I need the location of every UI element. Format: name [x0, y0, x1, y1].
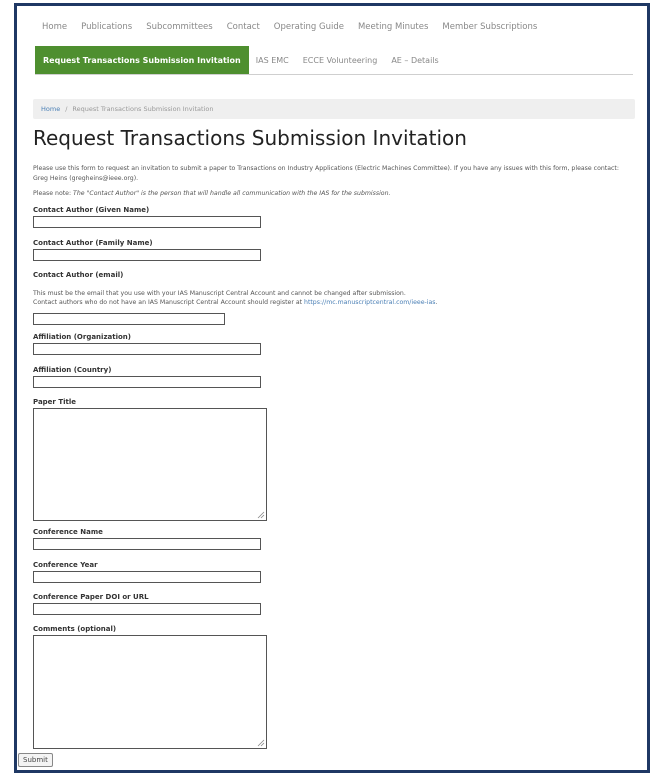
doi-label: Conference Paper DOI or URL [33, 593, 149, 601]
nav-subcommittees[interactable]: Subcommittees [139, 22, 220, 32]
breadcrumb-home-link[interactable]: Home [41, 105, 60, 113]
nav-publications[interactable]: Publications [74, 22, 139, 32]
nav-contact[interactable]: Contact [220, 22, 267, 32]
note-prefix: Please note: [33, 190, 74, 197]
tab-ias-emc[interactable]: IAS EMC [249, 46, 296, 74]
breadcrumb-separator: / [65, 105, 68, 113]
sub-navigation: Request Transactions Submission Invitati… [35, 46, 633, 75]
country-label: Affiliation (Country) [33, 366, 112, 374]
given-name-input[interactable] [33, 216, 261, 228]
breadcrumb: Home / Request Transactions Submission I… [33, 99, 635, 119]
doi-input[interactable] [33, 603, 261, 615]
email-help-suffix: . [435, 299, 438, 306]
email-help-line2: Contact authors who do not have an IAS M… [33, 298, 633, 307]
submit-button[interactable]: Submit [18, 753, 53, 767]
nav-meeting-minutes[interactable]: Meeting Minutes [351, 22, 435, 32]
email-label: Contact Author (email) [33, 271, 124, 279]
tab-ecce-volunteering[interactable]: ECCE Volunteering [296, 46, 385, 74]
comments-textarea[interactable] [33, 635, 267, 749]
conference-name-label: Conference Name [33, 528, 103, 536]
family-name-input[interactable] [33, 249, 261, 261]
tab-ae-details[interactable]: AE – Details [384, 46, 445, 74]
nav-member-subscriptions[interactable]: Member Subscriptions [435, 22, 544, 32]
nav-operating-guide[interactable]: Operating Guide [267, 22, 351, 32]
top-navigation: Home Publications Subcommittees Contact … [35, 16, 633, 38]
country-input[interactable] [33, 376, 261, 388]
conference-year-label: Conference Year [33, 561, 98, 569]
nav-home[interactable]: Home [35, 22, 74, 32]
email-help-line1: This must be the email that you use with… [33, 290, 406, 297]
conference-year-input[interactable] [33, 571, 261, 583]
given-name-label: Contact Author (Given Name) [33, 206, 150, 214]
page-title: Request Transactions Submission Invitati… [33, 126, 467, 150]
email-help-text: This must be the email that you use with… [33, 289, 633, 307]
breadcrumb-current: Request Transactions Submission Invitati… [72, 105, 214, 113]
organization-label: Affiliation (Organization) [33, 333, 131, 341]
paper-title-textarea[interactable] [33, 408, 267, 521]
email-help-line2-prefix: Contact authors who do not have an IAS M… [33, 299, 305, 306]
comments-label: Comments (optional) [33, 625, 117, 633]
page-frame: Home Publications Subcommittees Contact … [14, 3, 650, 773]
note-text: The "Contact Author" is the person that … [73, 190, 391, 197]
intro-text: Please use this form to request an invit… [33, 165, 619, 182]
organization-input[interactable] [33, 343, 261, 355]
family-name-label: Contact Author (Family Name) [33, 239, 153, 247]
tab-request-invitation[interactable]: Request Transactions Submission Invitati… [35, 46, 249, 74]
resize-grip-icon[interactable] [257, 739, 265, 747]
contact-author-note: Please note: The "Contact Author" is the… [33, 190, 633, 197]
manuscript-central-link[interactable]: https://mc.manuscriptcentral.com/ieee-ia… [304, 299, 435, 306]
resize-grip-icon[interactable] [257, 511, 265, 519]
paper-title-label: Paper Title [33, 398, 76, 406]
conference-name-input[interactable] [33, 538, 261, 550]
email-input[interactable] [33, 313, 225, 325]
